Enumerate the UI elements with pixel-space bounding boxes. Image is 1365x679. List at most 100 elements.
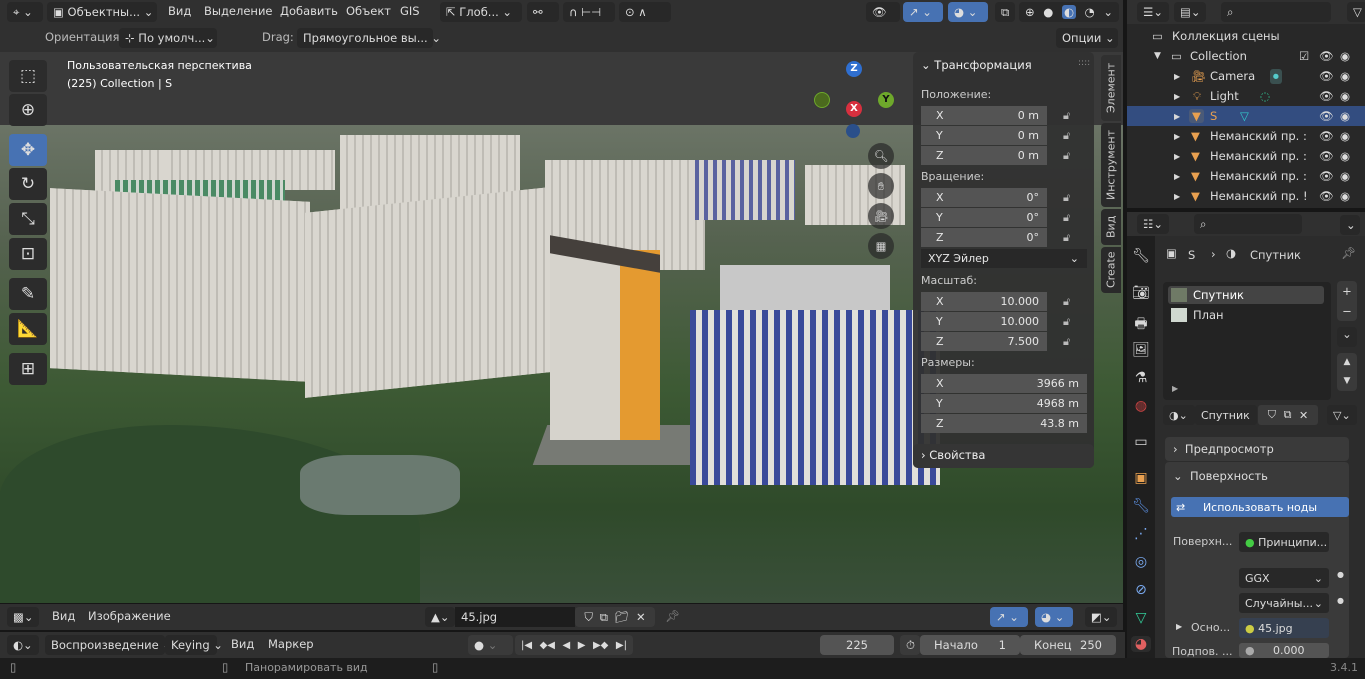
move-tool[interactable]: ✥ xyxy=(9,134,47,166)
eye-icon[interactable]: 👁︎ xyxy=(1319,129,1334,143)
cursor-tool[interactable]: ⊕ xyxy=(9,94,47,126)
location-x[interactable]: X0 m xyxy=(921,106,1047,125)
duplicate-icon[interactable]: ⧉ xyxy=(600,610,608,625)
surface-shader-field[interactable]: ● Принципи... xyxy=(1239,532,1329,552)
menu-image[interactable]: Изображение xyxy=(88,606,171,626)
camera-data-icon[interactable]: ⏺ xyxy=(1270,68,1282,84)
menu-view[interactable]: Вид xyxy=(231,634,254,654)
material-slot-row[interactable]: Спутник xyxy=(1168,286,1324,304)
shading-modes[interactable]: ⊕ ● ◐ ◔ ⌄ xyxy=(1019,2,1119,22)
display-channels-button[interactable]: ◩ ⌄ xyxy=(1085,607,1117,627)
material-shading-icon[interactable]: ◐ xyxy=(1061,5,1077,19)
editor-type-button[interactable]: ⌖ ⌄ xyxy=(7,2,43,22)
collection-tab-icon[interactable]: ▭ xyxy=(1131,434,1151,450)
lock-icon[interactable]: 🔓︎ xyxy=(1063,231,1070,245)
expand-arrow-icon[interactable]: ▶ xyxy=(1174,132,1180,141)
eye-icon[interactable]: 👁︎ xyxy=(1319,109,1334,123)
gizmo-toggle[interactable]: ↗ ⌄ xyxy=(903,2,943,22)
proportional-edit-button[interactable]: ⊙ ∧ xyxy=(619,2,671,22)
slot-specials-dropdown[interactable]: ⌄ xyxy=(1337,327,1357,347)
tab-element[interactable]: Элемент xyxy=(1101,55,1121,121)
menu-select[interactable]: Выделение xyxy=(204,1,273,21)
tab-create[interactable]: Create xyxy=(1101,247,1121,293)
constraints-tab-icon[interactable]: ⊘ xyxy=(1131,582,1151,598)
eye-icon[interactable]: 👁︎ xyxy=(1319,89,1334,103)
folder-icon[interactable]: 📁︎ xyxy=(615,610,630,624)
checkbox-icon[interactable]: ☑ xyxy=(1299,49,1309,63)
pin-icon[interactable]: 📌︎ xyxy=(1341,246,1356,260)
modifier-tab-icon[interactable]: 🔧︎ xyxy=(1131,498,1151,514)
rotation-x[interactable]: X 0° xyxy=(921,188,1047,207)
scene-tab-icon[interactable]: ⚗ xyxy=(1131,370,1151,386)
scale-x[interactable]: X 10.000 xyxy=(921,292,1047,311)
subsurface-method-dropdown[interactable]: Случайны... ⌄ xyxy=(1239,593,1329,613)
expand-arrow-icon[interactable]: ▶ xyxy=(1174,172,1180,181)
plus-icon[interactable]: + xyxy=(1342,284,1352,298)
annotate-tool[interactable]: ✎ xyxy=(9,278,47,310)
filter-button[interactable]: ▽ xyxy=(1347,2,1365,22)
add-cube-tool[interactable]: ⊞ xyxy=(9,353,47,385)
mesh-data-icon[interactable]: ▽ xyxy=(1240,109,1249,123)
outliner-scene-collection[interactable]: ▭ Коллекция сцены xyxy=(1127,26,1365,46)
shield-icon[interactable]: ⛉ xyxy=(584,610,593,625)
rotation-z[interactable]: Z 0° xyxy=(921,228,1047,247)
location-y[interactable]: Y0 m xyxy=(921,126,1047,145)
orientation-dropdown[interactable]: ⊹ По умолч... ⌄ xyxy=(119,28,217,48)
lock-icon[interactable]: 🔓︎ xyxy=(1063,211,1070,225)
pin-icon[interactable]: 📌︎ xyxy=(665,606,680,626)
drag-dropdown[interactable]: Прямоугольное вы... ⌄ xyxy=(297,28,441,48)
display-mode-button[interactable]: ☰ ⌄ xyxy=(1137,2,1169,22)
drag-handle-icon[interactable]: :::: xyxy=(1078,58,1090,68)
lock-icon[interactable]: 🔓︎ xyxy=(1063,149,1070,163)
material-slot-row[interactable]: План xyxy=(1168,306,1324,324)
dimensions-y[interactable]: Y 4968 m xyxy=(921,394,1087,413)
play-reverse-icon[interactable]: ◀ xyxy=(563,640,571,651)
options-dropdown[interactable]: Опции ⌄ xyxy=(1056,28,1118,48)
arrow-up-icon[interactable]: ▲ xyxy=(1344,357,1351,367)
current-frame-field[interactable]: 225 xyxy=(820,635,894,655)
menu-view[interactable]: Вид xyxy=(52,606,75,626)
editor-type-button[interactable]: ◐ ⌄ xyxy=(7,635,39,655)
render-camera-icon[interactable]: ◉ xyxy=(1340,49,1350,63)
rotate-tool[interactable]: ↻ xyxy=(9,168,47,200)
pivot-point-button[interactable]: ⚯ xyxy=(527,2,559,22)
editor-type-button[interactable]: ▩ ⌄ xyxy=(7,607,39,627)
filter-type-button[interactable]: ▤ ⌄ xyxy=(1174,2,1206,22)
expand-arrow-icon[interactable]: ▶ xyxy=(1174,152,1180,161)
auto-keying-toggle[interactable]: ● ⌄ xyxy=(468,635,513,655)
render-camera-icon[interactable]: ◉ xyxy=(1340,169,1350,183)
end-frame-field[interactable]: Конец 250 xyxy=(1020,635,1116,655)
output-tab-icon[interactable]: 🖶 xyxy=(1131,313,1151,337)
outliner-item-mesh[interactable]: ▶ ▼ Неманский пр. : 👁︎ ◉ xyxy=(1127,166,1365,186)
preview-range-toggle[interactable]: ⏱ xyxy=(900,635,920,655)
overlay-toggle[interactable]: ◕ ⌄ xyxy=(1035,607,1073,627)
link-dropdown[interactable]: ▽ ⌄ xyxy=(1327,405,1357,425)
expand-arrow-icon[interactable]: ▶ xyxy=(1174,112,1180,121)
world-tab-icon[interactable]: ◍ xyxy=(1131,398,1151,414)
location-z[interactable]: Z0 m xyxy=(921,146,1047,165)
lock-icon[interactable]: 🔓︎ xyxy=(1063,191,1070,205)
eye-icon[interactable]: 👁︎ xyxy=(1319,69,1334,83)
start-frame-field[interactable]: Начало 1 xyxy=(920,635,1020,655)
prev-keyframe-icon[interactable]: ◆◀ xyxy=(540,640,555,651)
perspective-toggle[interactable]: ▦ xyxy=(868,233,894,259)
dimensions-z[interactable]: Z 43.8 m xyxy=(921,414,1087,433)
expand-arrow-icon[interactable]: ▼ xyxy=(1154,51,1161,61)
browse-image-button[interactable]: ▲ ⌄ xyxy=(425,607,455,627)
render-camera-icon[interactable]: ◉ xyxy=(1340,129,1350,143)
render-camera-icon[interactable]: ◉ xyxy=(1340,189,1350,203)
data-tab-icon[interactable]: ▽ xyxy=(1131,610,1151,626)
gizmo-x-axis[interactable]: X xyxy=(846,101,862,117)
overlay-toggle[interactable]: ◕ ⌄ xyxy=(948,2,988,22)
editor-type-button[interactable]: ☷ ⌄ xyxy=(1137,214,1169,234)
expand-arrow-icon[interactable]: ▶ xyxy=(1174,72,1180,81)
outliner-item-light[interactable]: ▶ 💡︎ Light ◌ 👁︎ ◉ xyxy=(1127,86,1365,106)
physics-tab-icon[interactable]: ◎ xyxy=(1131,554,1151,570)
wireframe-shading-icon[interactable]: ⊕ xyxy=(1025,5,1035,19)
playback-controls[interactable]: |◀ ◆◀ ◀ ▶ ▶◆ ▶| xyxy=(515,635,633,655)
lock-icon[interactable]: 🔓︎ xyxy=(1063,315,1070,329)
gizmo-neg-y[interactable] xyxy=(814,92,830,108)
next-keyframe-icon[interactable]: ▶◆ xyxy=(593,640,608,651)
close-icon[interactable]: ✕ xyxy=(1299,409,1308,422)
menu-object[interactable]: Объект xyxy=(346,1,391,21)
